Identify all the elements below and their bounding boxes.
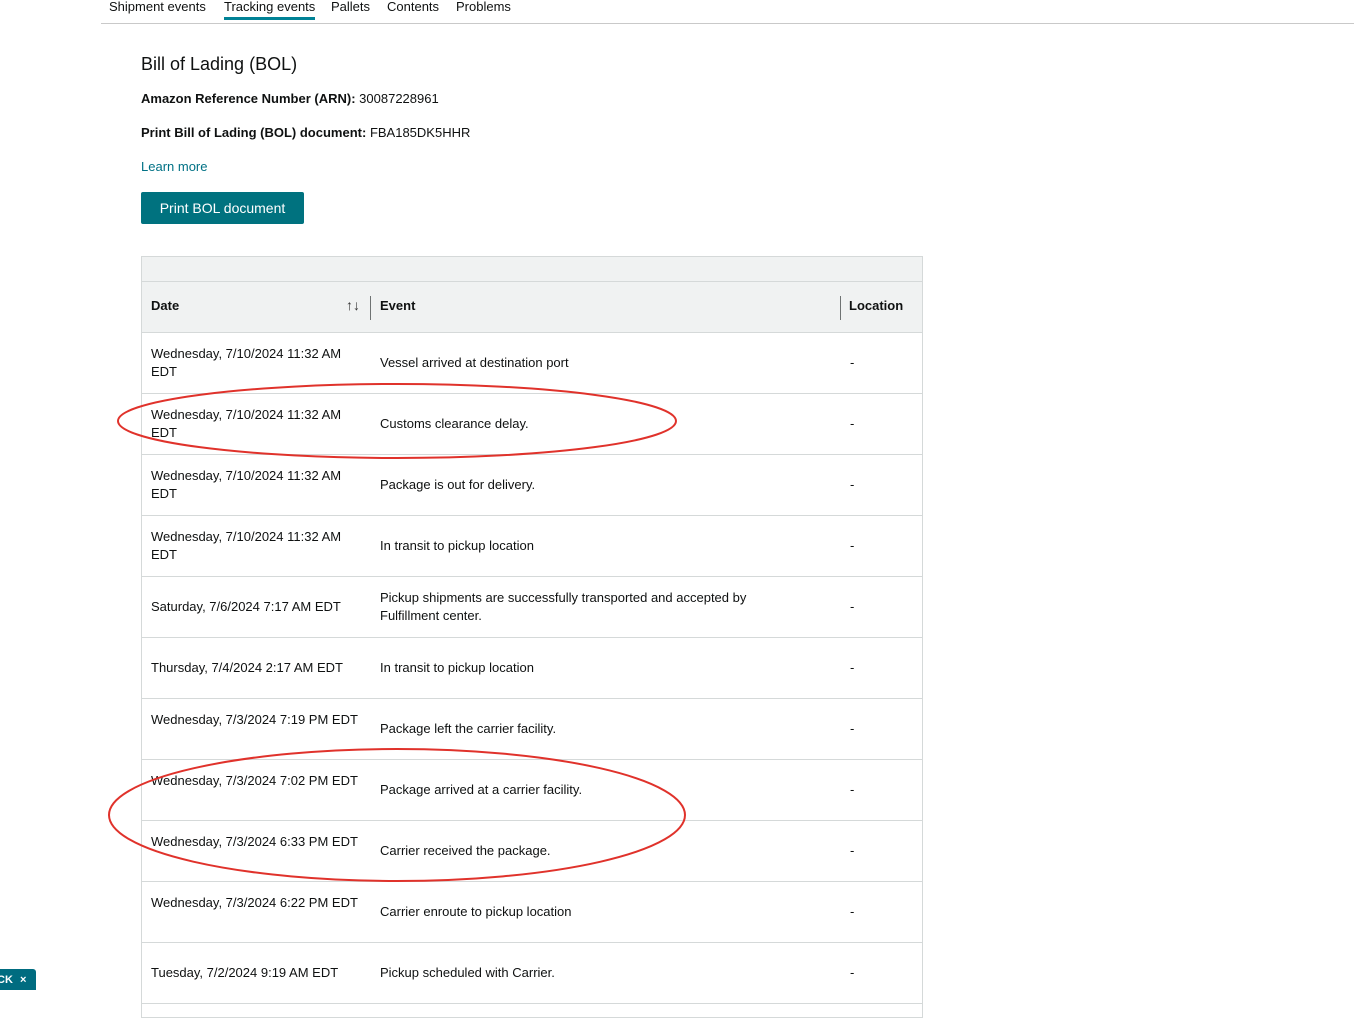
event-date: Wednesday, 7/3/2024 6:33 PM EDT (151, 834, 358, 849)
event-date: Wednesday, 7/10/2024 11:32 AM EDT (151, 346, 342, 379)
event-location: - (850, 599, 855, 614)
event-date: Wednesday, 7/10/2024 11:32 AM EDT (151, 529, 342, 562)
event-location: - (850, 965, 855, 980)
bol-section-title: Bill of Lading (BOL) (141, 54, 298, 74)
tab-problems[interactable]: Problems (456, 0, 511, 20)
tab-tracking-events[interactable]: Tracking events (224, 0, 316, 20)
table-row: Wednesday, 7/3/2024 7:02 PM EDT Package a… (142, 760, 922, 821)
column-divider[interactable] (370, 296, 371, 320)
event-description: Package left the carrier facility. (380, 721, 557, 736)
column-divider[interactable] (840, 296, 841, 320)
event-date: Thursday, 7/4/2024 2:17 AM EDT (151, 660, 343, 675)
event-date: Wednesday, 7/3/2024 6:22 PM EDT (151, 895, 358, 910)
event-location: - (850, 660, 855, 675)
table-row: Wednesday, 7/3/2024 7:19 PM EDT Package l… (142, 699, 922, 760)
event-date: Wednesday, 7/3/2024 7:19 PM EDT (151, 712, 358, 727)
event-location: - (850, 416, 855, 431)
tracking-events-table: Date ↑↓ Event Location Wednesday, 7/10/2… (141, 256, 923, 1018)
print-bol-button[interactable]: Print BOL document (141, 192, 304, 224)
event-date: Wednesday, 7/3/2024 7:02 PM EDT (151, 773, 358, 788)
event-description: Carrier received the package. (380, 843, 551, 858)
arn-line: Amazon Reference Number (ARN): 300872289… (141, 91, 439, 106)
event-description: In transit to pickup location (380, 538, 534, 553)
event-description: Customs clearance delay. (380, 416, 529, 431)
date-column-header[interactable]: Date (151, 298, 179, 313)
event-location: - (850, 538, 855, 553)
bol-document-label: Print Bill of Lading (BOL) document: (141, 125, 367, 140)
event-description: In transit to pickup location (380, 660, 534, 675)
event-location: - (850, 904, 855, 919)
event-location: - (850, 843, 855, 858)
feedback-label: CK (0, 974, 13, 986)
event-description: Vessel arrived at destination port (380, 355, 569, 370)
event-date: Tuesday, 7/2/2024 9:19 AM EDT (151, 965, 339, 980)
table-row: Saturday, 7/6/2024 7:17 AM EDT Pickup shi… (142, 577, 922, 638)
learn-more-link[interactable]: Learn more (141, 159, 207, 174)
event-column-header: Event (380, 298, 416, 313)
event-location: - (850, 721, 855, 736)
event-location: - (850, 355, 855, 370)
table-row: Wednesday, 7/10/2024 11:32 AM EDT Vessel … (142, 333, 922, 394)
event-description: Pickup shipments are successfully transp… (380, 590, 747, 623)
table-row: Wednesday, 7/10/2024 11:32 AM EDT Customs… (142, 394, 922, 455)
bol-document-value: FBA185DK5HHR (369, 125, 471, 140)
table-header: Date ↑↓ Event Location (142, 282, 922, 333)
table-body: Wednesday, 7/10/2024 11:32 AM EDT Vessel … (142, 333, 922, 1004)
event-description: Pickup scheduled with Carrier. (380, 965, 555, 980)
table-row: Wednesday, 7/10/2024 11:32 AM EDT In tran… (142, 516, 922, 577)
table-row: Thursday, 7/4/2024 2:17 AM EDT In transit… (142, 638, 922, 699)
tab-contents[interactable]: Contents (387, 0, 439, 20)
event-description: Package arrived at a carrier facility. (380, 782, 583, 797)
close-icon[interactable]: × (20, 974, 26, 986)
sort-icon[interactable]: ↑↓ (346, 297, 360, 313)
feedback-tab[interactable]: CK × (0, 969, 36, 990)
event-date: Wednesday, 7/10/2024 11:32 AM EDT (151, 468, 342, 501)
event-date: Saturday, 7/6/2024 7:17 AM EDT (151, 599, 341, 614)
location-column-header: Location (849, 298, 904, 313)
table-toolbar (142, 257, 922, 282)
event-date: Wednesday, 7/10/2024 11:32 AM EDT (151, 407, 342, 440)
table-row: Wednesday, 7/3/2024 6:22 PM EDT Carrier e… (142, 882, 922, 943)
event-location: - (850, 782, 855, 797)
event-location: - (850, 477, 855, 492)
tab-bar: Shipment events Tracking events Pallets … (101, 0, 1354, 24)
table-row: Wednesday, 7/10/2024 11:32 AM EDT Package… (142, 455, 922, 516)
bol-document-line: Print Bill of Lading (BOL) document: FBA… (141, 125, 470, 140)
table-row: Wednesday, 7/3/2024 6:33 PM EDT Carrier r… (142, 821, 922, 882)
tab-pallets[interactable]: Pallets (331, 0, 370, 20)
table-row: Tuesday, 7/2/2024 9:19 AM EDT Pickup sche… (142, 943, 922, 1004)
event-description: Package is out for delivery. (380, 477, 536, 492)
arn-value: 30087228961 (359, 91, 439, 106)
tab-shipment-events[interactable]: Shipment events (109, 0, 206, 20)
event-description: Carrier enroute to pickup location (380, 904, 572, 919)
arn-label: Amazon Reference Number (ARN): (141, 91, 356, 106)
